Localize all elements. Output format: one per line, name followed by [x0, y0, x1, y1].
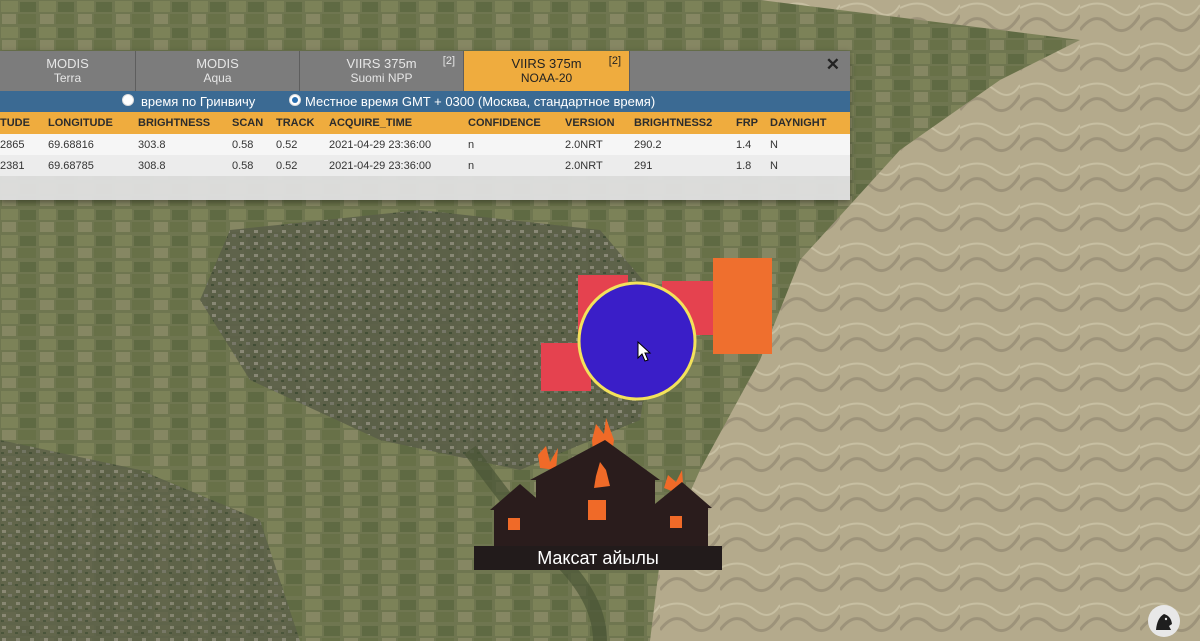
- fire-info-panel: MODIS Terra MODIS Aqua VIIRS 375m Suomi …: [0, 51, 850, 200]
- radio-greenwich-label: время по Гринвичу: [141, 94, 256, 109]
- table-cell: 2021-04-29 23:36:00: [329, 160, 432, 172]
- table-cell: 0.52: [276, 160, 298, 172]
- table-row[interactable]: 2865 69.68816 303.8 0.58 0.52 2021-04-29…: [0, 134, 850, 155]
- channel-logo-icon: [1148, 605, 1180, 637]
- table-cell: 2.0NRT: [565, 160, 603, 172]
- table-cell: 291: [634, 160, 653, 172]
- table-cell: 290.2: [634, 139, 662, 151]
- table-cell: 1.4: [736, 139, 752, 151]
- table-cell: 2.0NRT: [565, 139, 603, 151]
- village-label: Максат айылы: [474, 546, 722, 570]
- table-header: TUDE LONGITUDE BRIGHTNESS SCAN TRACK ACQ…: [0, 112, 850, 134]
- col-confidence[interactable]: CONFIDENCE: [468, 117, 541, 129]
- table-cell: N: [770, 160, 778, 172]
- col-acquire-time[interactable]: ACQUIRE_TIME: [329, 117, 412, 129]
- tab-title: MODIS: [46, 56, 89, 71]
- table-cell: n: [468, 139, 475, 151]
- tab-viirs-suomi-npp[interactable]: VIIRS 375m Suomi NPP [2]: [300, 51, 464, 91]
- tab-subtitle: Terra: [53, 71, 82, 85]
- close-icon[interactable]: ✕: [826, 55, 840, 75]
- col-longitude[interactable]: LONGITUDE: [48, 117, 113, 129]
- table-cell: 1.8: [736, 160, 752, 172]
- tab-title: VIIRS 375m: [511, 56, 582, 71]
- table-cell: 0.58: [232, 139, 254, 151]
- radio-greenwich[interactable]: [122, 94, 134, 106]
- col-latitude[interactable]: TUDE: [0, 117, 30, 129]
- col-track[interactable]: TRACK: [276, 117, 315, 129]
- table-cell: 0.52: [276, 139, 298, 151]
- table-cell: 69.68785: [48, 160, 94, 172]
- table-cell: 303.8: [138, 139, 166, 151]
- table-cell: 308.8: [138, 160, 166, 172]
- col-brightness2[interactable]: BRIGHTNESS2: [634, 117, 712, 129]
- tab-subtitle: NOAA-20: [520, 71, 573, 85]
- satellite-tabs: MODIS Terra MODIS Aqua VIIRS 375m Suomi …: [0, 51, 850, 91]
- time-zone-bar: время по Гринвичу Местное время GMT + 03…: [0, 91, 850, 112]
- tab-title: VIIRS 375m: [346, 56, 417, 71]
- col-version[interactable]: VERSION: [565, 117, 615, 129]
- tab-subtitle: Suomi NPP: [350, 71, 413, 85]
- col-scan[interactable]: SCAN: [232, 117, 263, 129]
- table-cell: 2021-04-29 23:36:00: [329, 139, 432, 151]
- radio-local-time[interactable]: [289, 94, 301, 106]
- selection-circle[interactable]: [577, 281, 697, 401]
- fire-pixel[interactable]: [713, 258, 772, 354]
- table-cell: 69.68816: [48, 139, 94, 151]
- tab-count: [2]: [608, 55, 621, 67]
- col-frp[interactable]: FRP: [736, 117, 758, 129]
- radio-local-time-label: Местное время GMT + 0300 (Москва, станда…: [305, 94, 656, 109]
- table-cell: 0.58: [232, 160, 254, 172]
- tab-modis-terra[interactable]: MODIS Terra: [0, 51, 136, 91]
- table-cell: 2381: [0, 160, 25, 172]
- table-cell: N: [770, 139, 778, 151]
- tab-viirs-noaa-20[interactable]: VIIRS 375m NOAA-20 [2]: [464, 51, 630, 91]
- table-cell: 2865: [0, 139, 25, 151]
- tab-count: [2]: [442, 55, 455, 67]
- table-row[interactable]: 2381 69.68785 308.8 0.58 0.52 2021-04-29…: [0, 155, 850, 176]
- table-cell: n: [468, 160, 475, 172]
- col-daynight[interactable]: DAYNIGHT: [770, 117, 826, 129]
- tab-subtitle: Aqua: [203, 71, 232, 85]
- col-brightness[interactable]: BRIGHTNESS: [138, 117, 210, 129]
- tab-title: MODIS: [196, 56, 239, 71]
- tab-modis-aqua[interactable]: MODIS Aqua: [136, 51, 300, 91]
